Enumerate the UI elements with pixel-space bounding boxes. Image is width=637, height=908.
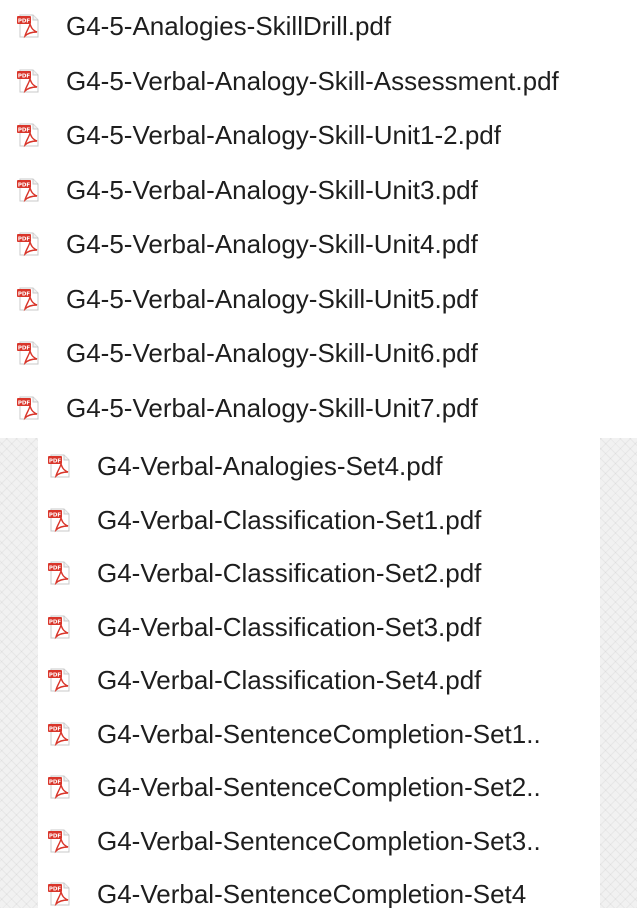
pdf-file-icon: PDF: [47, 614, 73, 640]
svg-text:PDF: PDF: [18, 346, 31, 352]
svg-text:PDF: PDF: [49, 673, 62, 679]
svg-text:PDF: PDF: [18, 128, 31, 134]
file-name: G4-5-Verbal-Analogy-Skill-Unit1-2.pdf: [66, 120, 501, 150]
pdf-file-icon: PDF: [47, 453, 73, 479]
svg-text:PDF: PDF: [49, 726, 62, 732]
file-row[interactable]: PDF G4-Verbal-SentenceCompletion-Set3..: [47, 814, 541, 868]
pdf-file-icon: PDF: [47, 560, 73, 586]
file-row[interactable]: PDF G4-Verbal-SentenceCompletion-Set2..: [47, 760, 541, 814]
pdf-file-icon: PDF: [16, 13, 42, 39]
file-name: G4-Verbal-SentenceCompletion-Set1..: [97, 718, 541, 749]
svg-text:PDF: PDF: [18, 182, 31, 188]
svg-text:PDF: PDF: [18, 291, 31, 297]
file-name: G4-Verbal-Classification-Set4.pdf: [97, 665, 482, 695]
svg-text:PDF: PDF: [18, 19, 31, 25]
svg-text:PDF: PDF: [49, 512, 62, 518]
pdf-file-icon: PDF: [47, 721, 73, 747]
svg-text:PDF: PDF: [49, 619, 62, 625]
file-row[interactable]: PDF G4-Verbal-Analogies-Set4.pdf: [47, 439, 442, 493]
svg-text:PDF: PDF: [18, 73, 31, 79]
file-name: G4-5-Verbal-Analogy-Skill-Unit4.pdf: [66, 229, 478, 259]
file-name: G4-Verbal-Classification-Set1.pdf: [97, 504, 482, 535]
svg-text:PDF: PDF: [18, 237, 31, 243]
file-row[interactable]: PDF G4-Verbal-SentenceCompletion-Set4: [47, 867, 526, 908]
pdf-file-icon: PDF: [16, 231, 42, 257]
file-row[interactable]: PDF G4-Verbal-Classification-Set2.pdf: [47, 546, 481, 600]
pdf-file-icon: PDF: [16, 286, 42, 312]
pdf-file-icon: PDF: [16, 395, 42, 421]
file-name: G4-Verbal-SentenceCompletion-Set2..: [97, 772, 541, 802]
pdf-file-icon: PDF: [47, 667, 73, 693]
pdf-file-icon: PDF: [16, 177, 42, 203]
file-row[interactable]: PDF G4-Verbal-SentenceCompletion-Set1..: [47, 707, 541, 761]
svg-text:PDF: PDF: [49, 459, 62, 465]
file-row[interactable]: PDF G4-5-Verbal-Analogy-Skill-Assessment.…: [16, 54, 559, 108]
file-row[interactable]: PDF G4-5-Verbal-Analogy-Skill-Unit7.pdf: [16, 381, 478, 435]
file-list-panel-bottom: PDF G4-Verbal-Analogies-Set4.pdf PDF G4-Ver…: [0, 438, 637, 908]
file-name: G4-5-Analogies-SkillDrill.pdf: [66, 11, 392, 41]
file-name: G4-Verbal-Analogies-Set4.pdf: [97, 451, 443, 481]
svg-text:PDF: PDF: [49, 887, 62, 893]
file-name: G4-Verbal-SentenceCompletion-Set3..: [97, 825, 541, 856]
file-row[interactable]: PDF G4-5-Analogies-SkillDrill.pdf: [16, 0, 391, 53]
svg-text:PDF: PDF: [49, 833, 62, 839]
file-row[interactable]: PDF G4-Verbal-Classification-Set3.pdf: [47, 600, 481, 654]
pdf-file-icon: PDF: [47, 774, 73, 800]
file-name: G4-5-Verbal-Analogy-Skill-Unit5.pdf: [66, 283, 478, 314]
file-row[interactable]: PDF G4-5-Verbal-Analogy-Skill-Unit6.pdf: [16, 326, 478, 380]
file-row[interactable]: PDF G4-5-Verbal-Analogy-Skill-Unit4.pdf: [16, 217, 478, 271]
pdf-file-icon: PDF: [16, 68, 42, 94]
file-name: G4-5-Verbal-Analogy-Skill-Unit6.pdf: [66, 338, 478, 368]
pdf-file-icon: PDF: [16, 340, 42, 366]
file-row[interactable]: PDF G4-Verbal-Classification-Set4.pdf: [47, 653, 481, 707]
file-name: G4-Verbal-SentenceCompletion-Set4: [97, 879, 527, 908]
pdf-file-icon: PDF: [47, 881, 73, 907]
pdf-file-icon: PDF: [47, 507, 73, 533]
pdf-file-icon: PDF: [47, 828, 73, 854]
file-name: G4-5-Verbal-Analogy-Skill-Assessment.pdf: [66, 65, 559, 96]
file-name: G4-Verbal-Classification-Set2.pdf: [97, 558, 482, 588]
file-name: G4-5-Verbal-Analogy-Skill-Unit7.pdf: [66, 392, 478, 423]
svg-text:PDF: PDF: [18, 400, 31, 406]
file-row[interactable]: PDF G4-5-Verbal-Analogy-Skill-Unit1-2.pdf: [16, 108, 501, 162]
file-name: G4-5-Verbal-Analogy-Skill-Unit3.pdf: [66, 174, 478, 205]
pdf-file-icon: PDF: [16, 122, 42, 148]
svg-text:PDF: PDF: [49, 566, 62, 572]
file-list-panel-top: PDF G4-5-Analogies-SkillDrill.pdf PDF G4-5-…: [0, 0, 637, 438]
file-row[interactable]: PDF G4-Verbal-Classification-Set1.pdf: [47, 493, 481, 547]
file-row[interactable]: PDF G4-5-Verbal-Analogy-Skill-Unit3.pdf: [16, 163, 478, 217]
svg-text:PDF: PDF: [49, 780, 62, 786]
file-name: G4-Verbal-Classification-Set3.pdf: [97, 611, 482, 642]
file-list-card: PDF G4-Verbal-Analogies-Set4.pdf PDF G4-Ver…: [38, 438, 600, 908]
file-row[interactable]: PDF G4-5-Verbal-Analogy-Skill-Unit5.pdf: [16, 272, 478, 326]
